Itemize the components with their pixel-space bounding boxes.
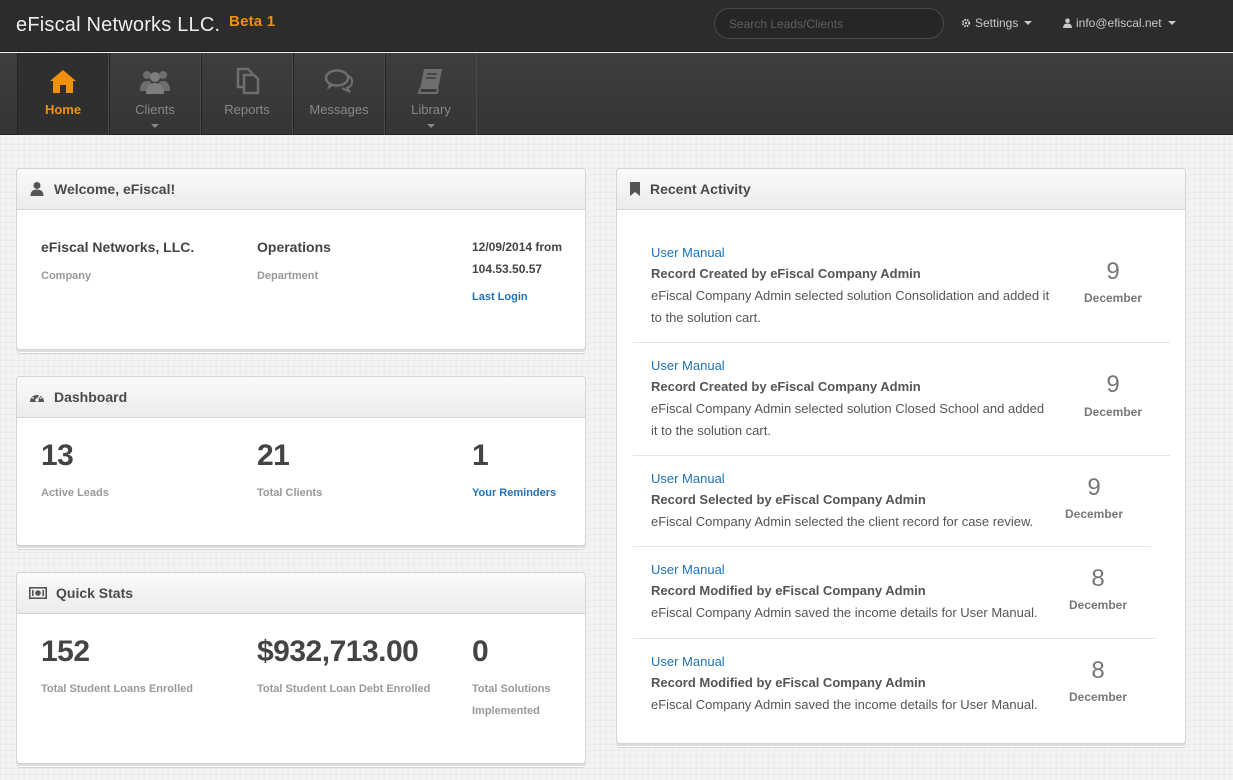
money-icon [29, 586, 47, 599]
activity-desc: eFiscal Company Admin selected solution … [651, 401, 1045, 416]
activity-link[interactable]: User Manual [651, 245, 725, 260]
activity-desc: eFiscal Company Admin selected the clien… [651, 514, 1034, 529]
reminders-link[interactable]: Your Reminders [472, 487, 556, 499]
activity-desc: eFiscal Company Admin saved the income d… [651, 697, 1038, 712]
nav-clients-label: Clients [135, 102, 175, 117]
settings-label: Settings [975, 16, 1019, 30]
bookmark-icon [630, 182, 640, 196]
activity-title: Record Modified by eFiscal Company Admin [651, 583, 926, 598]
loans-label: Total Student Loans Enrolled [41, 683, 193, 695]
solutions-label-2: Implemented [472, 705, 540, 717]
activity-month: December [1083, 405, 1143, 419]
activity-day: 8 [1091, 565, 1105, 592]
user-email: info@efiscal.net [1076, 16, 1162, 30]
gear-icon [961, 18, 971, 28]
department-label: Department [257, 270, 319, 282]
activity-desc: eFiscal Company Admin saved the income d… [651, 605, 1038, 620]
department-name: Operations [257, 239, 331, 255]
widget-title: Welcome, eFiscal! [54, 181, 176, 197]
widget-title: Dashboard [54, 389, 128, 405]
user-icon [1063, 18, 1072, 28]
activity-title: Record Created by eFiscal Company Admin [651, 379, 921, 394]
activity-link[interactable]: User Manual [651, 654, 725, 669]
activity-title: Record Modified by eFiscal Company Admin [651, 675, 926, 690]
nav-messages-label: Messages [309, 102, 369, 117]
nav-reports[interactable]: Reports [201, 53, 293, 135]
activity-link[interactable]: User Manual [651, 358, 725, 373]
debt-total: $932,713.00 [257, 635, 419, 668]
chevron-down-icon [427, 124, 435, 128]
home-icon [50, 70, 76, 93]
widget-title: Quick Stats [56, 585, 134, 601]
solutions-label: Total Solutions [472, 683, 551, 695]
last-login-date: 12/09/2014 from [472, 240, 563, 254]
widget-header: Welcome, eFiscal! [17, 169, 585, 210]
active-leads-label: Active Leads [41, 487, 109, 499]
chevron-down-icon [151, 124, 159, 128]
active-leads-count: 13 [41, 439, 74, 472]
widget-header: Recent Activity [617, 169, 1185, 210]
nav-home[interactable]: Home [17, 53, 109, 135]
loans-count: 152 [41, 635, 90, 668]
activity-title: Record Selected by eFiscal Company Admin [651, 492, 926, 507]
widget-header: Dashboard [17, 377, 585, 418]
last-login-link[interactable]: Last Login [472, 291, 528, 303]
activity-desc: eFiscal Company Admin selected solution … [651, 288, 1050, 303]
activity-day: 8 [1091, 657, 1105, 684]
quick-stats-widget: Quick Stats 152 Total Student Loans Enro… [16, 572, 586, 764]
chevron-down-icon [1024, 21, 1033, 25]
activity-month: December [1068, 598, 1128, 612]
activity-link[interactable]: User Manual [651, 471, 725, 486]
debt-label: Total Student Loan Debt Enrolled [257, 683, 431, 695]
company-label: Company [41, 270, 92, 282]
activity-desc-2: it to the solution cart. [651, 423, 771, 438]
activity-item: User Manual Record Modified by eFiscal C… [633, 547, 1155, 639]
nav-home-label: Home [44, 102, 82, 117]
total-clients-count: 21 [257, 439, 290, 472]
dashboard-icon [30, 393, 44, 402]
user-menu[interactable]: info@efiscal.net [1063, 16, 1176, 30]
dashboard-widget: Dashboard 13 Active Leads 21 Total Clien… [16, 376, 586, 546]
widget-header: Quick Stats [17, 573, 585, 614]
nav-clients[interactable]: Clients [109, 53, 201, 135]
top-bar: eFiscal Networks LLC. Beta 1 Settings in… [0, 0, 1233, 52]
total-clients-label: Total Clients [257, 487, 323, 499]
brand[interactable]: eFiscal Networks LLC. Beta 1 [16, 13, 276, 37]
main-nav: Home Clients Reports Messages Library [0, 53, 1233, 135]
nav-library[interactable]: Library [385, 53, 477, 135]
company-name: eFiscal Networks, LLC. [41, 239, 195, 255]
chevron-down-icon [1167, 21, 1176, 25]
beta-badge: Beta 1 [229, 13, 276, 30]
activity-item: User Manual Record Selected by eFiscal C… [633, 456, 1151, 547]
activity-month: December [1068, 690, 1128, 704]
activity-day: 9 [1106, 371, 1120, 398]
activity-day: 9 [1087, 474, 1101, 501]
user-icon [30, 182, 44, 196]
nav-library-label: Library [411, 102, 451, 117]
activity-desc-2: to the solution cart. [651, 310, 761, 325]
activity-month: December [1064, 507, 1124, 521]
book-icon [417, 69, 442, 94]
nav-reports-label: Reports [224, 102, 270, 117]
settings-menu[interactable]: Settings [961, 16, 1033, 30]
activity-item: User Manual Record Modified by eFiscal C… [633, 639, 1155, 731]
reminders-count: 1 [472, 439, 489, 472]
users-icon [140, 71, 170, 94]
copy-icon [236, 67, 260, 95]
activity-link[interactable]: User Manual [651, 562, 725, 577]
last-login-ip: 104.53.50.57 [472, 262, 543, 276]
solutions-count: 0 [472, 635, 489, 668]
comments-icon [324, 69, 354, 93]
activity-title: Record Created by eFiscal Company Admin [651, 266, 921, 281]
activity-day: 9 [1106, 258, 1120, 285]
activity-item: User Manual Record Created by eFiscal Co… [633, 343, 1170, 456]
welcome-widget: Welcome, eFiscal! eFiscal Networks, LLC.… [16, 168, 586, 350]
activity-month: December [1083, 291, 1143, 305]
widget-title: Recent Activity [650, 181, 751, 197]
activity-item: User Manual Record Created by eFiscal Co… [633, 229, 1170, 343]
recent-activity-widget: Recent Activity User Manual Record Creat… [616, 168, 1186, 744]
brand-name[interactable]: eFiscal Networks LLC. [16, 14, 220, 36]
search-input[interactable] [714, 8, 944, 39]
nav-messages[interactable]: Messages [293, 53, 385, 135]
